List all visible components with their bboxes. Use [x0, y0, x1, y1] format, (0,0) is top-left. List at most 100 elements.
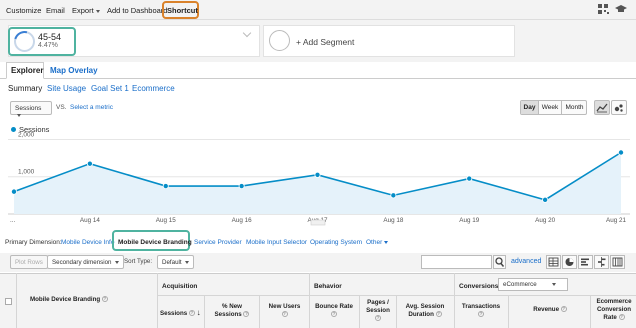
sessions-column-label: Sessions	[160, 310, 188, 317]
help-icon[interactable]: ?	[435, 311, 442, 318]
table-view-percentage-button[interactable]	[562, 255, 577, 269]
help-icon[interactable]: ?	[188, 310, 195, 317]
sessions-column-header[interactable]: Sessions ? ↓	[160, 309, 201, 318]
avg-duration-label-1: Avg. Session	[405, 303, 445, 310]
dimension-column-header[interactable]: Mobile Device Branding ?	[30, 296, 108, 304]
dimension-mobile-device-info[interactable]: Mobile Device Info	[61, 239, 114, 246]
help-icon[interactable]: ?	[618, 314, 625, 321]
export-button[interactable]: Export	[72, 6, 100, 15]
x-tick-label: ...	[10, 217, 15, 224]
add-to-dashboard-button[interactable]: Add to Dashboard	[107, 6, 167, 15]
plot-rows-button[interactable]: Plot Rows	[10, 255, 48, 269]
conversions-group-label: Conversions	[459, 283, 499, 290]
revenue-label: Revenue	[533, 306, 560, 313]
dimension-operating-system[interactable]: Operating System	[310, 239, 362, 246]
bounce-rate-column-header[interactable]: Bounce Rate?	[311, 303, 357, 319]
x-tick-label: Aug 18	[383, 217, 403, 224]
week-button[interactable]: Week	[539, 101, 562, 114]
day-button[interactable]: Day	[521, 101, 539, 114]
add-segment-label: + Add Segment	[296, 37, 355, 47]
header-divider	[396, 295, 397, 328]
caret-down-icon	[552, 282, 557, 286]
pages-session-column-header[interactable]: Pages / Session?	[361, 299, 395, 323]
secondary-dimension-label: Secondary dimension	[52, 259, 112, 266]
advanced-filter-link[interactable]: advanced	[511, 258, 541, 265]
qr-grid-icon[interactable]	[598, 4, 610, 15]
tab-map-overlay[interactable]: Map Overlay	[50, 66, 98, 75]
help-icon[interactable]: ?	[281, 311, 288, 318]
help-icon[interactable]: ?	[478, 311, 484, 318]
dimension-other-label: Other	[366, 239, 383, 246]
subtab-goal-set-1[interactable]: Goal Set 1	[91, 84, 129, 93]
data-point	[238, 183, 245, 190]
new-sessions-label-2: Sessions	[214, 311, 242, 318]
subtab-summary[interactable]: Summary	[8, 84, 42, 93]
help-icon[interactable]: ?	[331, 311, 337, 318]
select-all-checkbox[interactable]	[5, 298, 12, 305]
help-icon[interactable]: ?	[101, 296, 108, 303]
ecr-label-2: Conversion	[596, 306, 632, 313]
data-point	[10, 188, 17, 195]
table-search-input[interactable]	[421, 255, 492, 269]
dimension-mobile-device-branding[interactable]: Mobile Device Branding	[118, 239, 192, 246]
header-divider	[16, 273, 17, 328]
table-view-pivot-button[interactable]	[610, 255, 625, 269]
avg-session-duration-column-header[interactable]: Avg. Session Duration ?	[398, 303, 452, 319]
segment-highlight	[8, 27, 76, 56]
secondary-dimension-select[interactable]: Secondary dimension	[47, 255, 125, 269]
metric-select[interactable]: Sessions	[10, 101, 52, 117]
help-icon[interactable]: ?	[243, 311, 250, 318]
bounce-rate-label: Bounce Rate	[315, 303, 353, 310]
select-metric-link[interactable]: Select a metric	[70, 104, 113, 111]
data-point	[466, 175, 473, 182]
ecommerce-conversion-rate-column-header[interactable]: Ecommerce Conversion Rate ?	[592, 298, 636, 322]
sort-descending-icon: ↓	[196, 308, 201, 317]
data-point	[162, 183, 169, 190]
shortcut-button[interactable]: Shortcut	[167, 6, 198, 15]
ecr-label-3: Rate	[603, 314, 617, 321]
conversion-type-select[interactable]: eCommerce	[498, 278, 568, 291]
x-tick-label: Aug 20	[535, 217, 555, 224]
tab-explorer-label: Explorer	[11, 66, 44, 75]
line-chart-icon	[596, 103, 608, 113]
data-point	[390, 192, 397, 199]
header-divider	[157, 273, 158, 328]
subtab-site-usage[interactable]: Site Usage	[47, 84, 86, 93]
table-view-data-button[interactable]	[546, 255, 561, 269]
tabs-divider	[0, 78, 636, 79]
motion-chart-button[interactable]	[611, 100, 627, 115]
new-users-column-header[interactable]: New Users?	[262, 303, 307, 319]
revenue-column-header[interactable]: Revenue ?	[512, 306, 588, 314]
sort-type-select[interactable]: Default	[157, 255, 195, 269]
search-button[interactable]	[493, 255, 506, 269]
new-sessions-label-1: % New	[222, 303, 242, 310]
new-sessions-column-header[interactable]: % New Sessions ?	[208, 303, 256, 319]
header-divider	[204, 295, 205, 328]
bubble-chart-icon	[614, 104, 623, 112]
avg-duration-label-2: Duration	[408, 311, 434, 318]
pivot-view-icon	[612, 257, 623, 267]
transactions-column-header[interactable]: Transactions?	[456, 303, 506, 319]
graduation-cap-icon[interactable]	[615, 4, 627, 15]
dimension-other[interactable]: Other	[366, 239, 389, 246]
x-tick-label: Aug 15	[156, 217, 176, 224]
help-icon[interactable]: ?	[375, 315, 381, 322]
line-chart-button[interactable]	[594, 100, 610, 115]
header-divider	[259, 295, 260, 328]
customize-button[interactable]: Customize	[6, 6, 41, 15]
export-label: Export	[72, 6, 94, 15]
email-button[interactable]: Email	[46, 6, 65, 15]
grid-view-icon	[548, 257, 559, 267]
month-button[interactable]: Month	[562, 101, 587, 114]
table-view-performance-button[interactable]	[578, 255, 593, 269]
header-divider	[359, 295, 360, 328]
dimension-service-provider[interactable]: Service Provider	[194, 239, 242, 246]
table-view-comparison-button[interactable]	[594, 255, 609, 269]
dimension-mobile-input-selector[interactable]: Mobile Input Selector	[246, 239, 307, 246]
pages-session-label-1: Pages /	[367, 299, 389, 306]
help-icon[interactable]: ?	[560, 306, 567, 313]
vs-label: VS.	[56, 104, 67, 111]
pie-view-icon	[565, 258, 574, 266]
comparison-view-icon	[598, 257, 606, 267]
subtab-ecommerce[interactable]: Ecommerce	[132, 84, 175, 93]
